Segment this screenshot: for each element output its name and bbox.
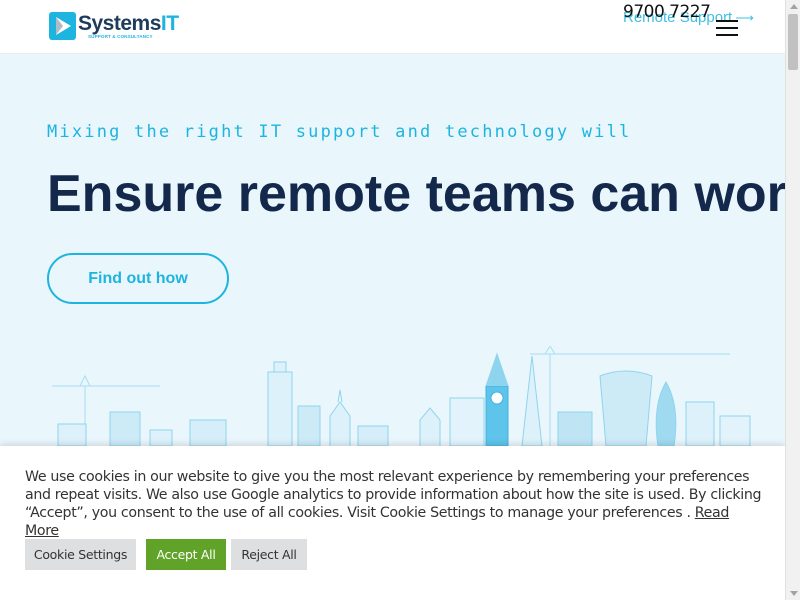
site-header: SystemsIT SUPPORT & CONSULTANCY Remote S…	[0, 0, 785, 54]
logo-wordmark: SystemsIT SUPPORT & CONSULTANCY	[78, 13, 179, 40]
hero-headline: Ensure remote teams can work e	[47, 165, 785, 223]
cookie-message-text: We use cookies in our website to give yo…	[25, 469, 762, 521]
logo-tagline: SUPPORT & CONSULTANCY	[88, 33, 153, 39]
systemsit-logo[interactable]: SystemsIT SUPPORT & CONSULTANCY	[49, 12, 179, 40]
logo-name: SystemsIT	[78, 11, 179, 35]
hero-kicker: Mixing the right IT support and technolo…	[47, 122, 632, 142]
scroll-down-arrow-icon[interactable]	[790, 591, 798, 596]
find-out-how-button[interactable]: Find out how	[47, 253, 229, 304]
hero-section: Mixing the right IT support and technolo…	[0, 54, 785, 446]
cookie-consent-banner: We use cookies in our website to give yo…	[0, 446, 785, 600]
scrollbar-thumb[interactable]	[788, 14, 798, 70]
arrow-right-icon: ⟶	[735, 10, 754, 25]
scroll-up-arrow-icon[interactable]	[790, 4, 798, 9]
phone-number[interactable]: 9700 7227	[623, 2, 711, 22]
city-skyline-illustration	[52, 346, 751, 446]
cookie-buttons: Cookie Settings Accept All Reject All	[25, 539, 307, 570]
cookie-message: We use cookies in our website to give yo…	[25, 468, 765, 540]
vertical-scrollbar[interactable]	[785, 0, 800, 600]
logo-play-icon	[49, 12, 76, 40]
hamburger-menu-icon[interactable]	[716, 20, 738, 36]
reject-all-button[interactable]: Reject All	[231, 539, 307, 570]
cookie-settings-button[interactable]: Cookie Settings	[25, 539, 136, 570]
accept-all-button[interactable]: Accept All	[146, 539, 226, 570]
